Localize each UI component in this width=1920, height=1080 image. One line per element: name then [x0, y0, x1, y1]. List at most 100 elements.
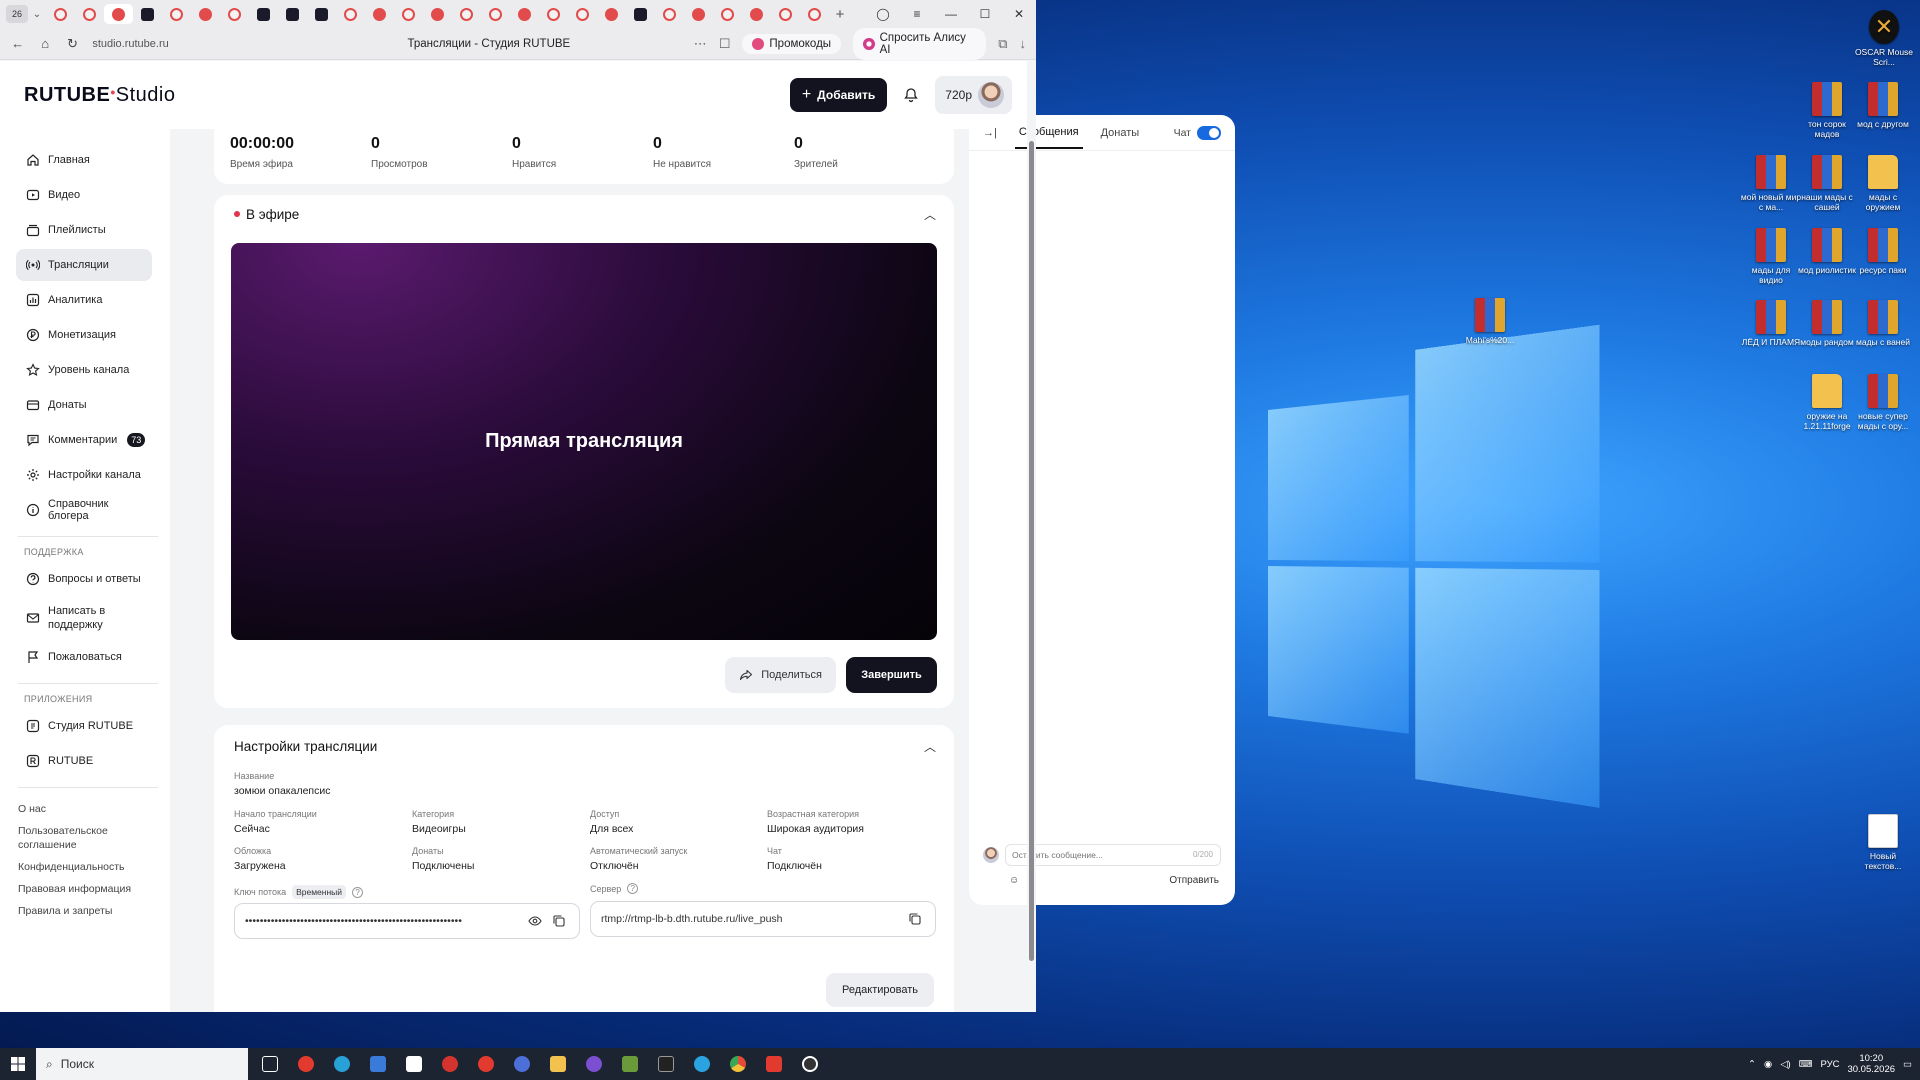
- edit-button[interactable]: Редактировать: [826, 973, 934, 1007]
- sidebar-item-rutube-app[interactable]: RUTUBE: [16, 745, 152, 777]
- browser-tab[interactable]: [452, 4, 481, 24]
- emoji-icon[interactable]: ☺: [1009, 875, 1019, 886]
- browser-tab[interactable]: [713, 4, 742, 24]
- help-icon[interactable]: ?: [352, 886, 364, 898]
- browser-tab[interactable]: [278, 4, 307, 24]
- desktop-icon-archive[interactable]: ЛЁД И ПЛАМЯ: [1740, 300, 1802, 347]
- chat-message-input[interactable]: [1005, 844, 1221, 866]
- browser-tab[interactable]: [568, 4, 597, 24]
- browser-tab[interactable]: [220, 4, 249, 24]
- desktop-icon-archive[interactable]: моды рандом: [1796, 300, 1858, 347]
- rutube-studio-logo[interactable]: RUTUBE•Studio: [24, 84, 175, 107]
- sidebar-item-donates[interactable]: Донаты: [16, 389, 152, 421]
- browser-tab[interactable]: [684, 4, 713, 24]
- copy-icon[interactable]: [549, 911, 569, 931]
- more-icon[interactable]: ⋯: [694, 36, 707, 52]
- desktop-icon-archive[interactable]: новые супер мады с ору...: [1852, 374, 1914, 431]
- tab-messages[interactable]: Сообщения: [1014, 116, 1083, 149]
- browser-tab[interactable]: [249, 4, 278, 24]
- minimize-icon[interactable]: —: [934, 7, 968, 21]
- chrome-icon[interactable]: [720, 1048, 756, 1080]
- collapse-chat-icon[interactable]: →|: [983, 127, 997, 139]
- footer-link-rules[interactable]: Правила и запреты: [18, 904, 170, 918]
- volume-icon[interactable]: ◁): [1780, 1059, 1790, 1070]
- app-icon[interactable]: [648, 1048, 684, 1080]
- chevron-up-icon[interactable]: ︿: [924, 738, 936, 755]
- desktop-icon-archive[interactable]: мод риолистик: [1796, 228, 1858, 275]
- taskbar-search[interactable]: ⌕ Поиск: [36, 1048, 248, 1080]
- tab-count[interactable]: 26: [6, 5, 28, 23]
- sidebar-item-comments[interactable]: Комментарии 73: [16, 424, 152, 456]
- copy-icon[interactable]: [905, 909, 925, 929]
- app-icon[interactable]: [396, 1048, 432, 1080]
- start-button[interactable]: [0, 1048, 36, 1080]
- sidebar-item-channel-settings[interactable]: Настройки канала: [16, 459, 152, 491]
- chevron-up-icon[interactable]: ⌃: [1748, 1059, 1756, 1070]
- app-icon[interactable]: [504, 1048, 540, 1080]
- footer-link-legal[interactable]: Правовая информация: [18, 882, 170, 896]
- app-icon[interactable]: [432, 1048, 468, 1080]
- clock[interactable]: 10:20 30.05.2026: [1847, 1053, 1895, 1075]
- profile-icon[interactable]: ◯: [866, 7, 900, 21]
- sidebar-item-faq[interactable]: Вопросы и ответы: [16, 563, 152, 595]
- url-field[interactable]: studio.rutube.ru: [92, 38, 266, 50]
- browser-tab[interactable]: [394, 4, 423, 24]
- close-icon[interactable]: ✕: [1002, 7, 1036, 21]
- chevron-down-icon[interactable]: ⌄: [28, 9, 46, 20]
- yandex-icon[interactable]: [756, 1048, 792, 1080]
- yandex-icon[interactable]: [288, 1048, 324, 1080]
- promo-button[interactable]: Промокоды: [742, 33, 842, 54]
- browser-tab[interactable]: [742, 4, 771, 24]
- task-view-icon[interactable]: [252, 1048, 288, 1080]
- obs-icon[interactable]: [792, 1048, 828, 1080]
- sidebar-item-video[interactable]: Видео: [16, 179, 152, 211]
- desktop-icon-archive[interactable]: Mahi's%20...: [1459, 298, 1521, 345]
- browser-tab[interactable]: [481, 4, 510, 24]
- desktop-icon-folder[interactable]: мады с оружием: [1852, 155, 1914, 212]
- file-explorer-icon[interactable]: [540, 1048, 576, 1080]
- browser-tab[interactable]: [655, 4, 684, 24]
- browser-tab[interactable]: [626, 4, 655, 24]
- language-indicator[interactable]: РУС: [1820, 1059, 1839, 1070]
- share-button[interactable]: Поделиться: [725, 657, 836, 693]
- scrollbar[interactable]: [1027, 61, 1036, 1012]
- browser-tab[interactable]: [191, 4, 220, 24]
- help-icon[interactable]: ?: [627, 883, 639, 894]
- minecraft-icon[interactable]: [612, 1048, 648, 1080]
- desktop-icon-textfile[interactable]: Новый текстов...: [1852, 814, 1914, 871]
- chat-toggle[interactable]: [1197, 125, 1221, 140]
- browser-tab[interactable]: [336, 4, 365, 24]
- sidebar-item-write-support[interactable]: Написать в поддержку: [16, 598, 152, 638]
- server-field[interactable]: rtmp://rtmp-lb-b.dth.rutube.ru/live_push: [590, 901, 936, 937]
- add-button[interactable]: + Добавить: [789, 78, 888, 112]
- chevron-up-icon[interactable]: ︿: [924, 206, 936, 223]
- browser-tab[interactable]: [539, 4, 568, 24]
- browser-tab[interactable]: [133, 4, 162, 24]
- browser-tab[interactable]: [423, 4, 452, 24]
- scrollbar-thumb[interactable]: [1029, 141, 1034, 961]
- extensions-icon[interactable]: ⧉: [998, 36, 1007, 52]
- sidebar-item-monetization[interactable]: Монетизация: [16, 319, 152, 351]
- bell-icon[interactable]: [897, 81, 925, 109]
- sidebar-item-report[interactable]: Пожаловаться: [16, 641, 152, 673]
- desktop-icon-archive[interactable]: тон сорок мадов: [1796, 82, 1858, 139]
- network-icon[interactable]: ◉: [1764, 1059, 1772, 1070]
- sidebar-item-home[interactable]: Главная: [16, 144, 152, 176]
- mail-icon[interactable]: [360, 1048, 396, 1080]
- keyboard-icon[interactable]: ⌨: [1799, 1059, 1813, 1070]
- browser-tab[interactable]: [75, 4, 104, 24]
- desktop-icon-archive[interactable]: мой новый мир с ма...: [1740, 155, 1802, 212]
- yandex-browser-icon[interactable]: [468, 1048, 504, 1080]
- telegram-icon[interactable]: [684, 1048, 720, 1080]
- desktop-icon-folder[interactable]: оружие на 1.21.11forge: [1796, 374, 1858, 431]
- download-icon[interactable]: ↓: [1020, 36, 1027, 51]
- send-button[interactable]: Отправить: [1169, 875, 1219, 886]
- browser-tab[interactable]: [771, 4, 800, 24]
- desktop-icon-archive[interactable]: мады с ваней: [1852, 300, 1914, 347]
- footer-link-privacy[interactable]: Конфиденциальность: [18, 860, 170, 874]
- sidebar-item-studio-app[interactable]: Студия RUTUBE: [16, 710, 152, 742]
- browser-tab[interactable]: [307, 4, 336, 24]
- footer-link-about[interactable]: О нас: [18, 802, 170, 816]
- reload-icon[interactable]: ↻: [65, 36, 80, 52]
- video-player[interactable]: Прямая трансляция: [231, 243, 937, 640]
